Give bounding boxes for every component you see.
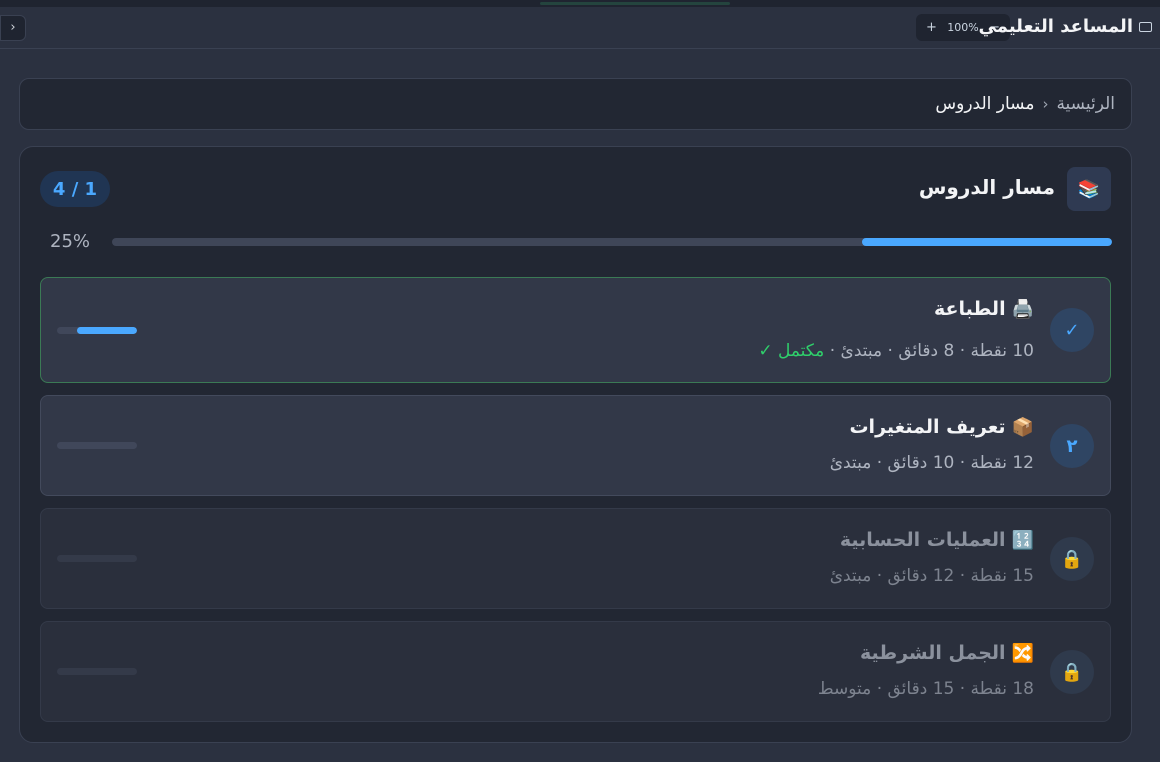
lesson-meta: 10 نقطة · 8 دقائق · مبتدئ · مكتمل ✓ (758, 341, 1034, 361)
top-glow (540, 2, 730, 5)
lesson-meta-text: 10 نقطة · 8 دقائق · مبتدئ · (829, 341, 1034, 361)
app-header: › + 100% − المساعد التعليمي (0, 7, 1160, 49)
app-title: المساعد التعليمي (979, 16, 1152, 37)
lesson-item-arithmetic: 🔒 🔢 العمليات الحسابية 15 نقطة · 12 دقائق… (40, 508, 1111, 609)
books-icon: 📚 (1067, 167, 1111, 211)
lesson-meta: 12 نقطة · 10 دقائق · مبتدئ (829, 453, 1034, 473)
lesson-title-text: العمليات الحسابية (839, 529, 1006, 551)
printer-icon: 🖨️ (1011, 298, 1034, 320)
lesson-progress-bar (57, 327, 137, 334)
lesson-counter-badge: 4 / 1 (40, 171, 110, 207)
lesson-progress-bar (57, 668, 137, 675)
collapse-panel-button[interactable]: › (0, 15, 26, 41)
lesson-meta: 18 نقطة · 15 دقائق · متوسط (817, 679, 1034, 699)
app-title-text: المساعد التعليمي (978, 16, 1133, 37)
breadcrumb: الرئيسية ‹ مسار الدروس (19, 78, 1132, 130)
lesson-meta: 15 نقطة · 12 دقائق · مبتدئ (829, 566, 1034, 586)
lesson-path-card: 📚 مسار الدروس 4 / 1 25% ✓ 🖨️ الطباعة 10 … (19, 146, 1132, 743)
lesson-progress-bar (57, 442, 137, 449)
course-progress-fill (862, 238, 1112, 246)
folder-icon (1139, 21, 1152, 32)
page-title: مسار الدروس (918, 175, 1055, 199)
zoom-level: 100% (947, 21, 979, 34)
breadcrumb-current: مسار الدروس (935, 94, 1035, 114)
lesson-title: 🔢 العمليات الحسابية (840, 529, 1034, 551)
chevron-left-icon: ‹ (1042, 95, 1049, 113)
numbers-icon: 🔢 (1011, 529, 1034, 551)
zoom-in-button[interactable]: + (926, 20, 937, 35)
progress-percent: 25% (50, 231, 91, 252)
lesson-item-printing[interactable]: ✓ 🖨️ الطباعة 10 نقطة · 8 دقائق · مبتدئ ·… (40, 277, 1111, 383)
breadcrumb-home-link[interactable]: الرئيسية (1056, 94, 1115, 114)
lesson-title-text: الطباعة (934, 298, 1006, 320)
lesson-progress-fill (77, 327, 137, 334)
completed-label: مكتمل ✓ (758, 341, 825, 361)
lesson-title: 🖨️ الطباعة (934, 298, 1034, 320)
lesson-item-variables[interactable]: ٢ 📦 تعريف المتغيرات 12 نقطة · 10 دقائق ·… (40, 395, 1111, 496)
lock-icon: 🔒 (1050, 537, 1094, 581)
course-progress-bar (112, 238, 1112, 246)
lesson-title-text: تعريف المتغيرات (849, 416, 1006, 438)
lock-icon: 🔒 (1050, 650, 1094, 694)
shuffle-icon: 🔀 (1011, 642, 1034, 664)
lesson-title-text: الجمل الشرطية (859, 642, 1006, 664)
lesson-progress-bar (57, 555, 137, 562)
lesson-number-badge: ٢ (1050, 424, 1094, 468)
package-icon: 📦 (1011, 416, 1034, 438)
check-icon: ✓ (1050, 308, 1094, 352)
lesson-title: 📦 تعريف المتغيرات (849, 416, 1034, 438)
top-strip (0, 0, 1160, 7)
lesson-item-conditionals: 🔒 🔀 الجمل الشرطية 18 نقطة · 15 دقائق · م… (40, 621, 1111, 722)
lesson-title: 🔀 الجمل الشرطية (860, 642, 1034, 664)
